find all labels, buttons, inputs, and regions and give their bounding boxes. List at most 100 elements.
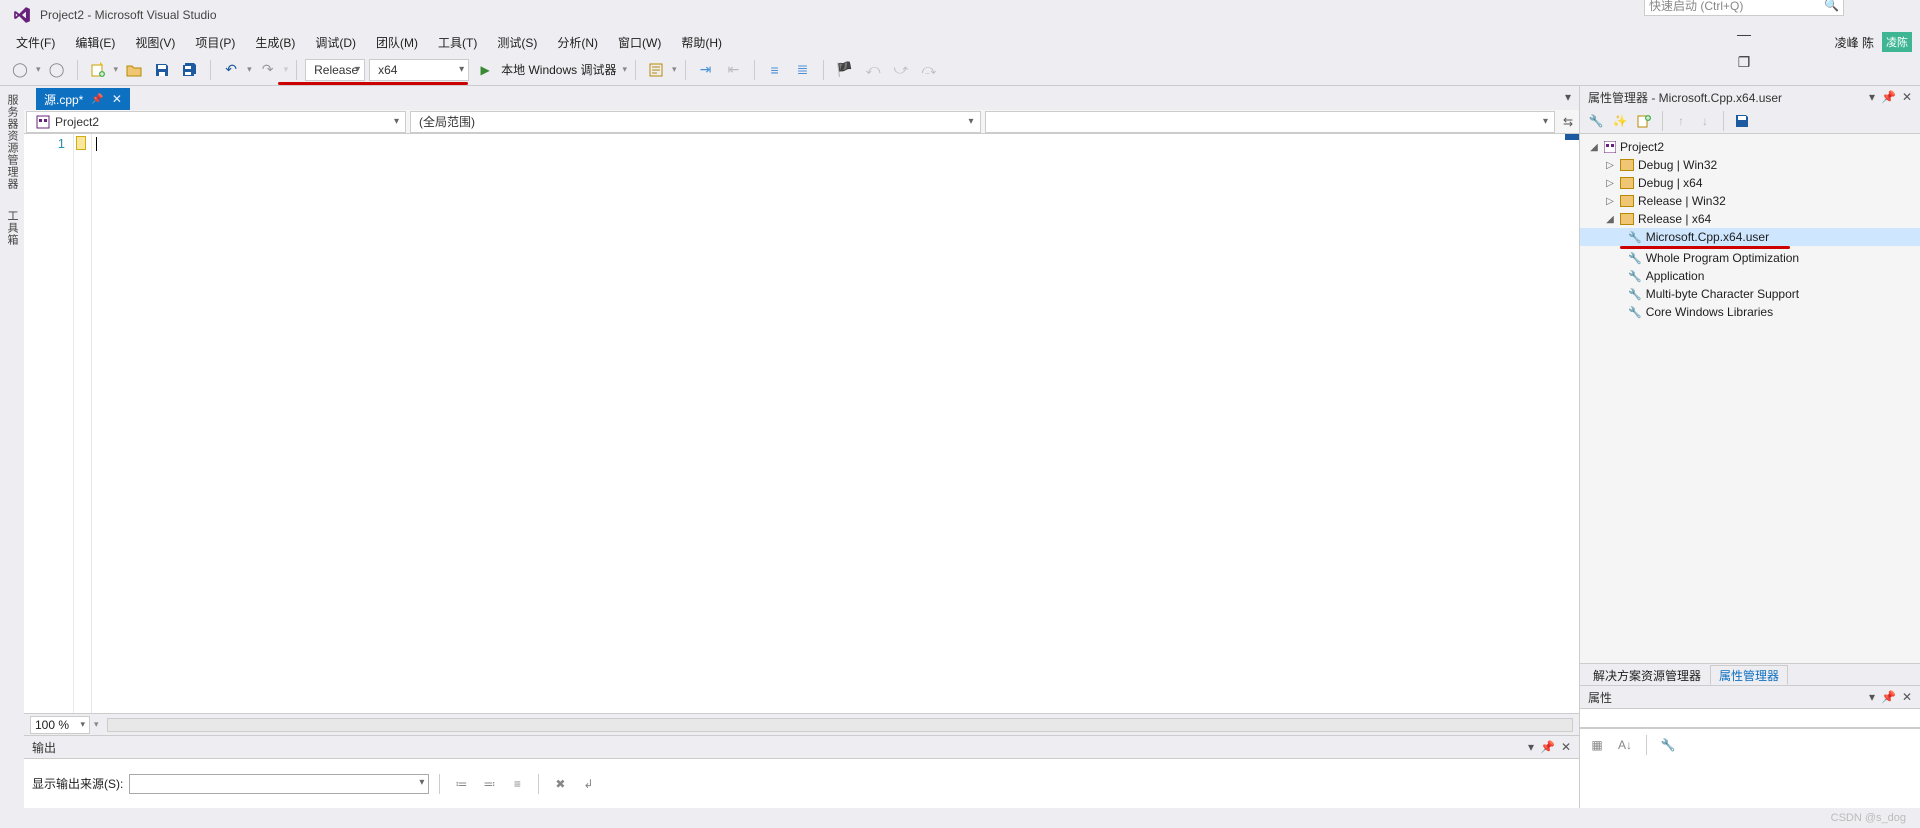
properties-selector[interactable] bbox=[1580, 708, 1920, 728]
user-name[interactable]: 凌峰 陈 bbox=[1835, 34, 1874, 51]
zoom-combo[interactable]: 100 %▾ bbox=[30, 716, 90, 734]
tree-node[interactable]: ▷ Debug | Win32 bbox=[1580, 156, 1920, 174]
panel-close-icon[interactable]: ✕ bbox=[1561, 740, 1571, 754]
panel-close-icon[interactable]: ✕ bbox=[1902, 690, 1912, 704]
tree-node[interactable]: ◢ Release | x64 bbox=[1580, 210, 1920, 228]
nav-back-button[interactable]: ◯ bbox=[8, 58, 32, 82]
menu-view[interactable]: 视图(V) bbox=[127, 32, 183, 53]
menu-window[interactable]: 窗口(W) bbox=[610, 32, 669, 53]
panel-dropdown-icon[interactable]: ▾ bbox=[1869, 90, 1875, 104]
categorized-icon[interactable]: ▦ bbox=[1586, 735, 1608, 755]
tree-leaf[interactable]: 🔧 Whole Program Optimization bbox=[1580, 249, 1920, 267]
tb-icon-c[interactable]: ⤼ bbox=[917, 58, 941, 82]
output-wrap-icon[interactable]: ↲ bbox=[577, 774, 599, 794]
horizontal-scrollbar[interactable] bbox=[107, 718, 1573, 732]
properties-title: 属性 bbox=[1588, 689, 1612, 706]
panel-pin-icon[interactable]: 📌 bbox=[1540, 740, 1555, 754]
menu-help[interactable]: 帮助(H) bbox=[673, 32, 730, 53]
nav-forward-button[interactable]: ◯ bbox=[45, 58, 69, 82]
save-button[interactable] bbox=[150, 58, 174, 82]
up-arrow-icon[interactable]: ↑ bbox=[1671, 111, 1691, 131]
server-explorer-tab[interactable]: 服务器资源管理器 bbox=[4, 90, 20, 194]
menu-edit[interactable]: 编辑(E) bbox=[67, 32, 123, 53]
panel-dropdown-icon[interactable]: ▾ bbox=[1528, 740, 1534, 754]
indent-button[interactable]: ≡ bbox=[763, 58, 787, 82]
open-file-button[interactable] bbox=[122, 58, 146, 82]
tb-icon-1[interactable] bbox=[644, 58, 668, 82]
save-icon[interactable] bbox=[1732, 111, 1752, 131]
menu-project[interactable]: 项目(P) bbox=[187, 32, 243, 53]
undo-button[interactable]: ↶ bbox=[219, 58, 243, 82]
tree-leaf[interactable]: 🔧 Multi-byte Character Support bbox=[1580, 285, 1920, 303]
output-btn-1[interactable]: ≔ bbox=[450, 774, 472, 794]
wrench-star-icon[interactable]: ✨ bbox=[1610, 111, 1630, 131]
tree-node[interactable]: ▷ Release | Win32 bbox=[1580, 192, 1920, 210]
debugger-label[interactable]: 本地 Windows 调试器 bbox=[501, 61, 616, 78]
tb-icon-b[interactable]: ⤻ bbox=[889, 58, 913, 82]
minimize-button[interactable]: — bbox=[1731, 24, 1757, 44]
collapse-icon[interactable]: ◢ bbox=[1604, 214, 1616, 225]
wrench-icon[interactable]: 🔧 bbox=[1586, 111, 1606, 131]
save-all-button[interactable] bbox=[178, 58, 202, 82]
tree-leaf[interactable]: 🔧 Core Windows Libraries bbox=[1580, 303, 1920, 321]
zoom-drop-icon[interactable]: ▾ bbox=[94, 719, 99, 730]
property-manager-title: 属性管理器 - Microsoft.Cpp.x64.user ▾ 📌 ✕ bbox=[1580, 86, 1920, 108]
new-item-button[interactable] bbox=[86, 58, 110, 82]
solution-config-combo[interactable]: Release bbox=[305, 59, 365, 81]
collapse-icon[interactable]: ◢ bbox=[1588, 142, 1600, 153]
search-icon: 🔍 bbox=[1824, 0, 1839, 12]
expand-icon[interactable]: ▷ bbox=[1604, 178, 1616, 189]
tab-solution-explorer[interactable]: 解决方案资源管理器 bbox=[1584, 665, 1710, 685]
down-arrow-icon[interactable]: ↓ bbox=[1695, 111, 1715, 131]
bookmark-icon[interactable]: 🏴 bbox=[832, 58, 857, 82]
tab-overflow-icon[interactable]: ▾ bbox=[1565, 90, 1571, 104]
menu-debug[interactable]: 调试(D) bbox=[307, 32, 364, 53]
output-panel: 输出 ▾ 📌 ✕ 显示输出来源(S): ≔ ≕ ≡ ✖ ↲ bbox=[24, 735, 1579, 808]
alphabetical-icon[interactable]: A↓ bbox=[1614, 735, 1636, 755]
menu-analyze[interactable]: 分析(N) bbox=[549, 32, 606, 53]
document-tab-active[interactable]: 源.cpp* 📌 ✕ bbox=[36, 88, 130, 110]
comment-button[interactable]: ⇥ bbox=[694, 58, 718, 82]
output-source-combo[interactable] bbox=[129, 774, 429, 794]
start-debug-button[interactable]: ▶ bbox=[473, 58, 497, 82]
panel-pin-icon[interactable]: 📌 bbox=[1881, 690, 1896, 704]
output-btn-3[interactable]: ≡ bbox=[506, 774, 528, 794]
pin-icon[interactable]: 📌 bbox=[91, 94, 103, 105]
tree-node[interactable]: ▷ Debug | x64 bbox=[1580, 174, 1920, 192]
tree-leaf-selected[interactable]: 🔧 Microsoft.Cpp.x64.user bbox=[1580, 228, 1920, 246]
tab-label: 属性管理器 bbox=[1719, 667, 1779, 684]
expand-icon[interactable]: ▷ bbox=[1604, 160, 1616, 171]
code-body[interactable] bbox=[92, 134, 1579, 713]
class-scope-combo[interactable]: (全局范围) bbox=[410, 111, 981, 133]
menu-team[interactable]: 团队(M) bbox=[368, 32, 426, 53]
quick-launch-input[interactable]: 快速启动 (Ctrl+Q) 🔍 bbox=[1644, 0, 1844, 16]
tree-leaf[interactable]: 🔧 Application bbox=[1580, 267, 1920, 285]
menu-build[interactable]: 生成(B) bbox=[247, 32, 303, 53]
panel-pin-icon[interactable]: 📌 bbox=[1881, 90, 1896, 104]
menu-tools[interactable]: 工具(T) bbox=[430, 32, 485, 53]
solution-platform-combo[interactable]: x64 bbox=[369, 59, 469, 81]
outdent-button[interactable]: ≣ bbox=[791, 58, 815, 82]
close-tab-icon[interactable]: ✕ bbox=[112, 92, 122, 106]
tab-property-manager[interactable]: 属性管理器 bbox=[1710, 665, 1788, 685]
split-editor-icon[interactable]: ⇆ bbox=[1557, 115, 1579, 129]
panel-close-icon[interactable]: ✕ bbox=[1902, 90, 1912, 104]
user-badge[interactable]: 凌陈 bbox=[1882, 32, 1912, 52]
tree-root[interactable]: ◢ Project2 bbox=[1580, 138, 1920, 156]
tb-icon-a[interactable]: ⤺ bbox=[861, 58, 885, 82]
add-sheet-icon[interactable] bbox=[1634, 111, 1654, 131]
project-scope-combo[interactable]: Project2 bbox=[26, 111, 406, 133]
panel-dropdown-icon[interactable]: ▾ bbox=[1869, 690, 1875, 704]
member-scope-combo[interactable] bbox=[985, 111, 1556, 133]
property-pages-icon[interactable]: 🔧 bbox=[1657, 735, 1679, 755]
code-editor[interactable]: 1 bbox=[24, 134, 1579, 713]
redo-button[interactable]: ↷ bbox=[256, 58, 280, 82]
uncomment-button[interactable]: ⇤ bbox=[722, 58, 746, 82]
expand-icon[interactable]: ▷ bbox=[1604, 196, 1616, 207]
toolbox-tab[interactable]: 工具箱 bbox=[4, 206, 20, 250]
output-btn-2[interactable]: ≕ bbox=[478, 774, 500, 794]
class-scope-value: (全局范围) bbox=[419, 113, 475, 130]
menu-file[interactable]: 文件(F) bbox=[8, 32, 63, 53]
output-clear-icon[interactable]: ✖ bbox=[549, 774, 571, 794]
menu-test[interactable]: 测试(S) bbox=[489, 32, 545, 53]
